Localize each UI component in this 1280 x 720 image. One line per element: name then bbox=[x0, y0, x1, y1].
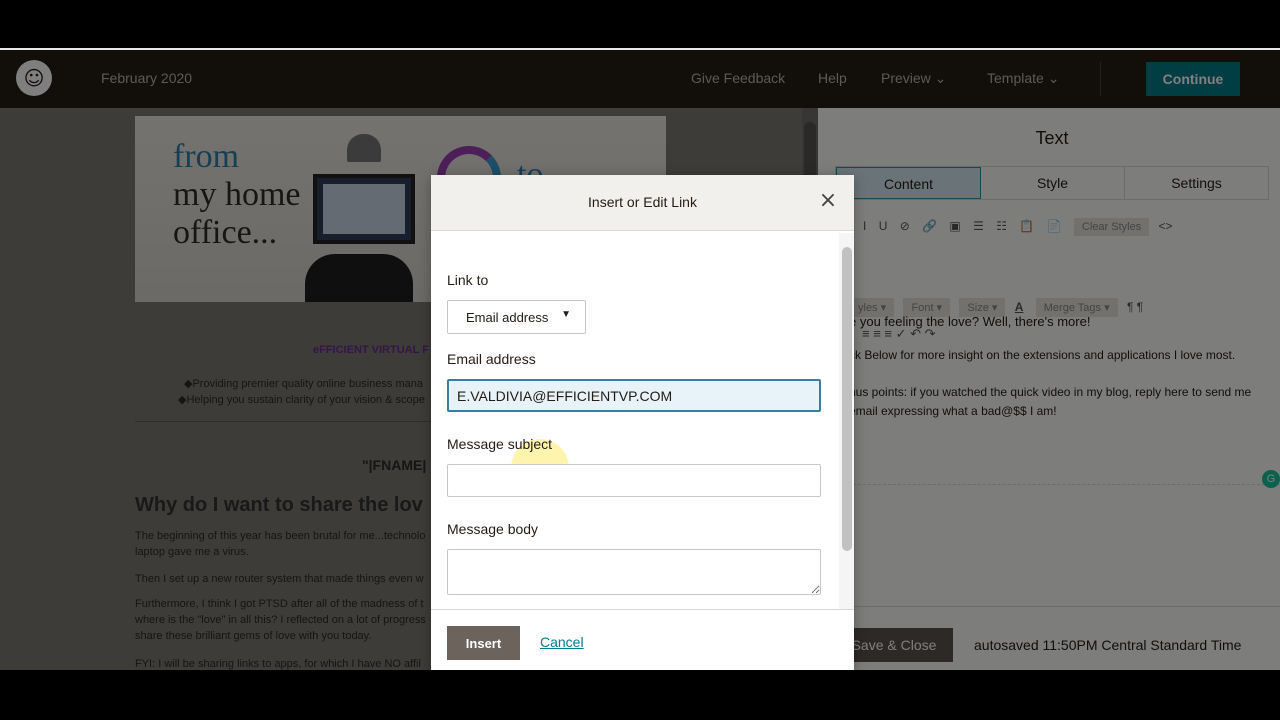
message-body-label: Message body bbox=[447, 521, 539, 537]
chevron-down-icon: ▼ bbox=[561, 309, 571, 320]
cancel-link[interactable]: Cancel bbox=[540, 634, 584, 650]
message-subject-input[interactable] bbox=[447, 464, 821, 497]
dialog-header: Insert or Edit Link × bbox=[431, 175, 854, 231]
email-address-label: Email address bbox=[447, 351, 536, 367]
insert-button[interactable]: Insert bbox=[447, 626, 520, 660]
app-window: ☺ February 2020 Give Feedback Help Previ… bbox=[0, 48, 1280, 670]
email-address-input[interactable] bbox=[447, 379, 821, 412]
link-type-select[interactable]: Email address ▼ bbox=[447, 300, 586, 334]
close-icon[interactable]: × bbox=[817, 190, 839, 213]
link-to-label: Link to bbox=[447, 272, 489, 288]
dialog-scroll-thumb[interactable] bbox=[842, 247, 852, 551]
message-subject-label: Message subject bbox=[447, 436, 553, 452]
dialog-title: Insert or Edit Link bbox=[588, 194, 697, 210]
insert-link-dialog: Insert or Edit Link × Link to Email addr… bbox=[431, 175, 854, 670]
message-body-textarea[interactable] bbox=[447, 549, 821, 595]
